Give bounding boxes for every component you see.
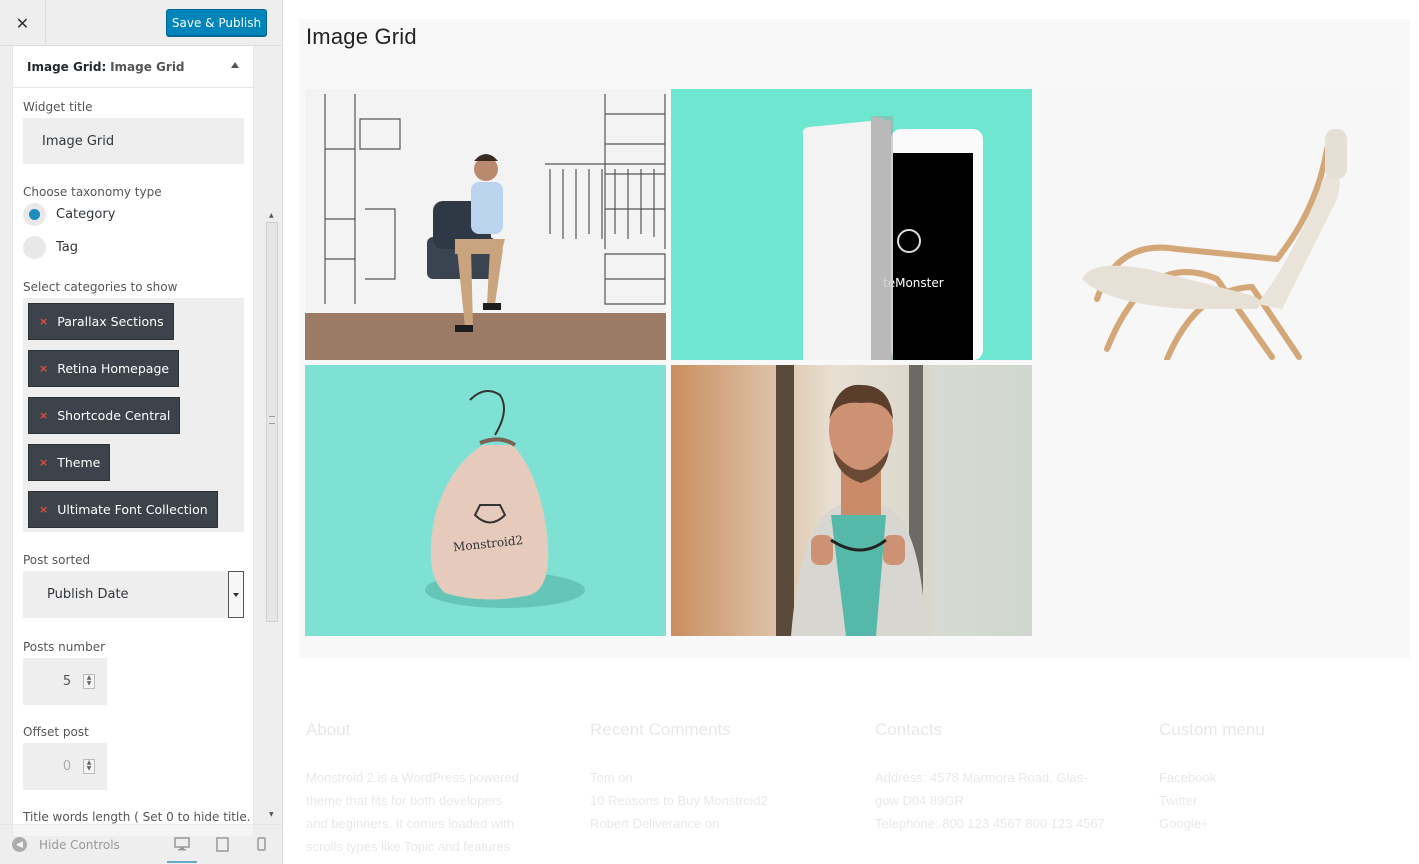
- radio-tag[interactable]: Tag: [23, 236, 78, 259]
- categories-multiselect[interactable]: × Parallax Sections × Retina Homepage × Sho…: [23, 298, 244, 532]
- posts-number-value: 5: [62, 674, 72, 689]
- offset-label: Offset post: [23, 725, 89, 739]
- footer-column-about: About Monstroid 2 is a WordPress powered…: [306, 720, 546, 858]
- post-sorted-select[interactable]: Publish Date: [23, 571, 244, 618]
- footer-heading: Recent Comments: [590, 720, 731, 739]
- footer-text: gow D04 89GR: [875, 793, 964, 808]
- radio-selected-icon[interactable]: [23, 203, 46, 226]
- hide-controls-button[interactable]: ◀ Hide Controls: [12, 837, 120, 852]
- remove-icon[interactable]: ×: [39, 362, 48, 375]
- footer-column-recent-comments: Recent Comments Tom on 10 Reasons to Buy…: [590, 720, 830, 835]
- grid-image-bag[interactable]: Monstroid2: [305, 365, 666, 636]
- footer-text: scrolls types like Topic and features: [306, 839, 511, 854]
- category-tag-label: Theme: [57, 455, 101, 470]
- remove-icon[interactable]: ×: [39, 456, 48, 469]
- radio-unselected-icon[interactable]: [23, 236, 46, 259]
- hide-controls-label: Hide Controls: [39, 837, 120, 852]
- widget-title-label: Widget title: [23, 100, 93, 114]
- grid-image-lounge-chair[interactable]: [1037, 89, 1398, 360]
- radio-category-label: Category: [56, 207, 116, 222]
- customizer-sidebar: ✕ Save & Publish Image Grid: Image Grid …: [0, 0, 283, 864]
- footer-text: Tom on: [590, 770, 633, 785]
- scroll-up-icon[interactable]: ▲: [269, 212, 274, 219]
- posts-number-input[interactable]: 5 ▲ ▼: [23, 658, 107, 705]
- widget-panel-header[interactable]: Image Grid: Image Grid: [13, 46, 253, 88]
- footer-link[interactable]: Twitter: [1159, 789, 1399, 812]
- offset-input[interactable]: 0 ▲ ▼: [23, 743, 107, 790]
- site-preview: Image Grid teMonster Monstroid2 About Mo…: [283, 0, 1419, 864]
- offset-value: 0: [62, 759, 72, 774]
- close-icon[interactable]: ✕: [0, 0, 46, 46]
- grid-image-tablet[interactable]: teMonster: [671, 89, 1032, 360]
- remove-icon[interactable]: ×: [39, 503, 48, 516]
- spinner-icon[interactable]: ▲ ▼: [83, 674, 95, 689]
- footer-heading: About: [306, 720, 351, 739]
- widget-name: Image Grid: [110, 59, 185, 74]
- footer-text: theme that fits for both developers: [306, 793, 503, 808]
- footer-text: Telephone: 800 123 4567 800 123 4567: [875, 816, 1105, 831]
- mobile-preview-icon[interactable]: [252, 835, 270, 853]
- save-publish-button[interactable]: Save & Publish: [166, 9, 267, 36]
- categories-label: Select categories to show: [23, 280, 178, 294]
- category-tag[interactable]: × Retina Homepage: [28, 350, 180, 387]
- widget-title-input[interactable]: Image Grid: [23, 118, 244, 164]
- category-tag[interactable]: × Ultimate Font Collection: [28, 491, 218, 528]
- category-tag[interactable]: × Parallax Sections: [28, 303, 174, 340]
- scroll-grip-icon[interactable]: [269, 416, 275, 424]
- footer-text: Address: 4578 Marmora Road, Glas-: [875, 770, 1088, 785]
- tablet-preview-icon[interactable]: [213, 835, 231, 853]
- footer-link[interactable]: Google+: [1159, 812, 1399, 835]
- widget-type-label: Image Grid:: [27, 59, 107, 74]
- desktop-preview-icon[interactable]: [167, 835, 197, 863]
- spinner-icon[interactable]: ▲ ▼: [83, 759, 95, 774]
- grid-image-man-glasses[interactable]: [671, 365, 1032, 636]
- radio-tag-label: Tag: [56, 240, 79, 255]
- image-grid-widget: Image Grid teMonster Monstroid2: [299, 19, 1410, 658]
- post-sorted-value: Publish Date: [47, 587, 129, 602]
- collapse-icon: ◀: [12, 837, 27, 852]
- remove-icon[interactable]: ×: [39, 409, 48, 422]
- customizer-header: ✕ Save & Publish: [0, 0, 282, 46]
- grid-image-man-sitting[interactable]: [305, 89, 666, 360]
- category-tag-label: Ultimate Font Collection: [57, 502, 208, 517]
- footer-heading: Custom menu: [1159, 720, 1265, 739]
- taxonomy-label: Choose taxonomy type: [23, 185, 162, 199]
- radio-category[interactable]: Category: [23, 203, 115, 226]
- widget-title: Image Grid: [306, 24, 417, 49]
- category-tag[interactable]: × Shortcode Central: [28, 397, 181, 434]
- footer-column-custom-menu: Custom menu Facebook Twitter Google+: [1159, 720, 1399, 835]
- footer-text: and beginners. It comes loaded with: [306, 816, 515, 831]
- category-tag[interactable]: × Theme: [28, 444, 111, 481]
- sidebar-scrollbar[interactable]: [266, 222, 278, 622]
- footer-link[interactable]: Facebook: [1159, 766, 1399, 789]
- collapse-arrow-icon[interactable]: [231, 62, 239, 68]
- footer-column-contacts: Contacts Address: 4578 Marmora Road, Gla…: [875, 720, 1115, 835]
- category-tag-label: Parallax Sections: [57, 314, 164, 329]
- footer-link[interactable]: 10 Reasons to Buy Monstroid2: [590, 789, 830, 812]
- remove-icon[interactable]: ×: [39, 315, 48, 328]
- category-tag-label: Shortcode Central: [57, 408, 171, 423]
- posts-number-label: Posts number: [23, 640, 106, 654]
- customizer-footer: ◀ Hide Controls: [0, 824, 282, 864]
- footer-text: Monstroid 2 is a WordPress powered: [306, 770, 519, 785]
- widget-title-value: Image Grid: [42, 133, 115, 149]
- title-words-label: Title words length ( Set 0 to hide title…: [23, 810, 254, 824]
- post-sorted-label: Post sorted: [23, 553, 91, 567]
- dropdown-arrow-icon[interactable]: [228, 571, 244, 618]
- category-tag-label: Retina Homepage: [57, 361, 170, 376]
- site-footer: About Monstroid 2 is a WordPress powered…: [283, 720, 1419, 864]
- footer-heading: Contacts: [875, 720, 943, 739]
- scroll-down-icon[interactable]: ▼: [269, 811, 274, 818]
- footer-text: Robert Deliverance on: [590, 816, 720, 831]
- widget-panel: Image Grid: Image Grid Widget title Imag…: [12, 46, 254, 836]
